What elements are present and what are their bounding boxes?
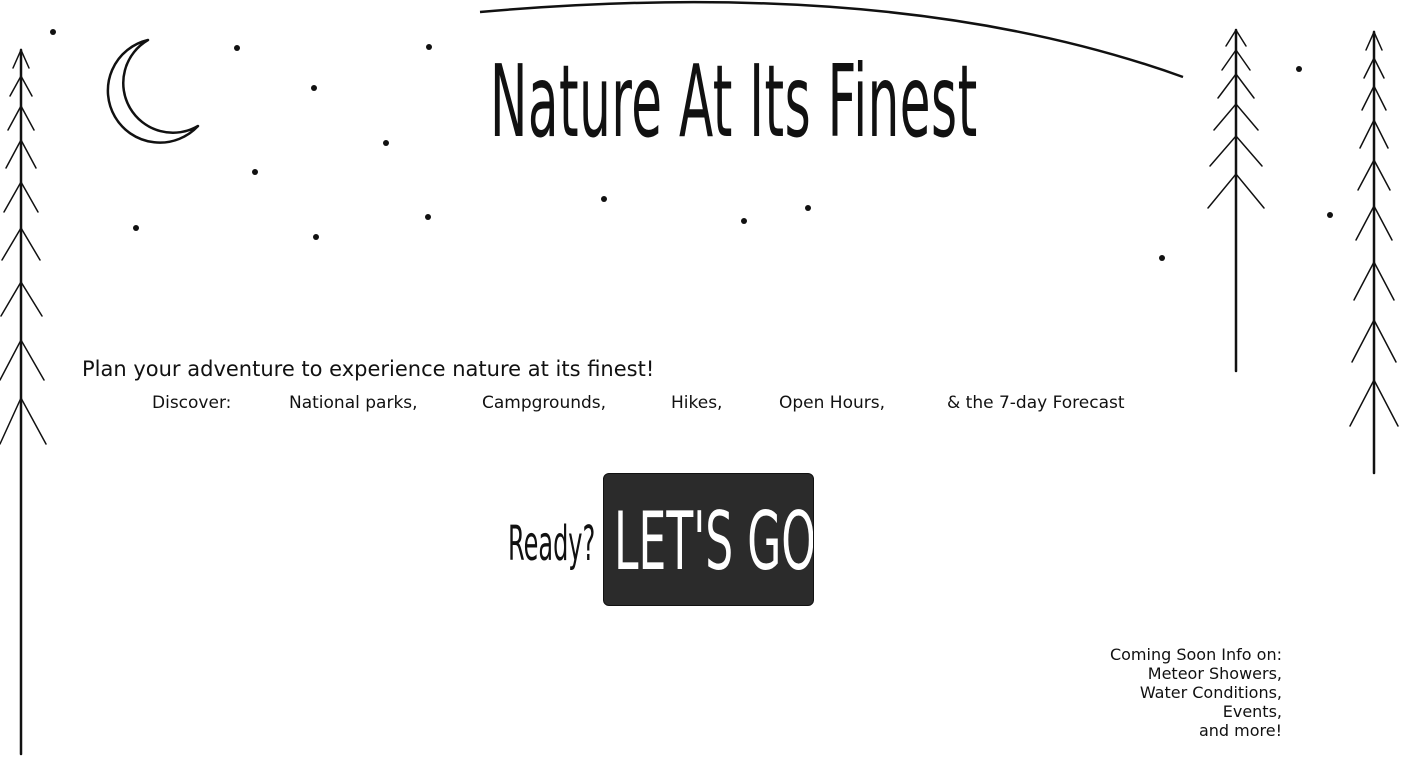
discover-label: Discover: [152, 393, 232, 413]
coming-soon-item: Meteor Showers, [1147, 664, 1282, 683]
discover-item-hikes: Hikes, [671, 393, 723, 413]
pine-tree-icon [0, 48, 47, 756]
coming-soon-item: and more! [1198, 721, 1282, 740]
lets-go-button[interactable]: LET'S GO! [603, 473, 814, 606]
coming-soon-info: Coming Soon Info on: Meteor Showers, Wat… [1110, 645, 1282, 740]
coming-soon-item: Events, [1222, 702, 1282, 721]
discover-item-campgrounds: Campgrounds, [482, 393, 607, 413]
page-title: Nature At Its Finest [490, 43, 978, 160]
discover-item-national-parks: National parks, [289, 393, 418, 413]
pine-tree-icon [1349, 30, 1399, 475]
crescent-moon-icon [106, 38, 200, 144]
pine-tree-icon [1207, 28, 1265, 373]
coming-soon-heading: Coming Soon Info on: [1109, 645, 1282, 664]
discover-item-forecast: & the 7-day Forecast [947, 393, 1125, 413]
tagline: Plan your adventure to experience nature… [82, 357, 655, 381]
lets-go-button-label: LET'S GO! [614, 495, 814, 588]
ready-prompt: Ready? [508, 516, 596, 572]
coming-soon-item: Water Conditions, [1139, 683, 1282, 702]
discover-item-open-hours: Open Hours, [779, 393, 886, 413]
